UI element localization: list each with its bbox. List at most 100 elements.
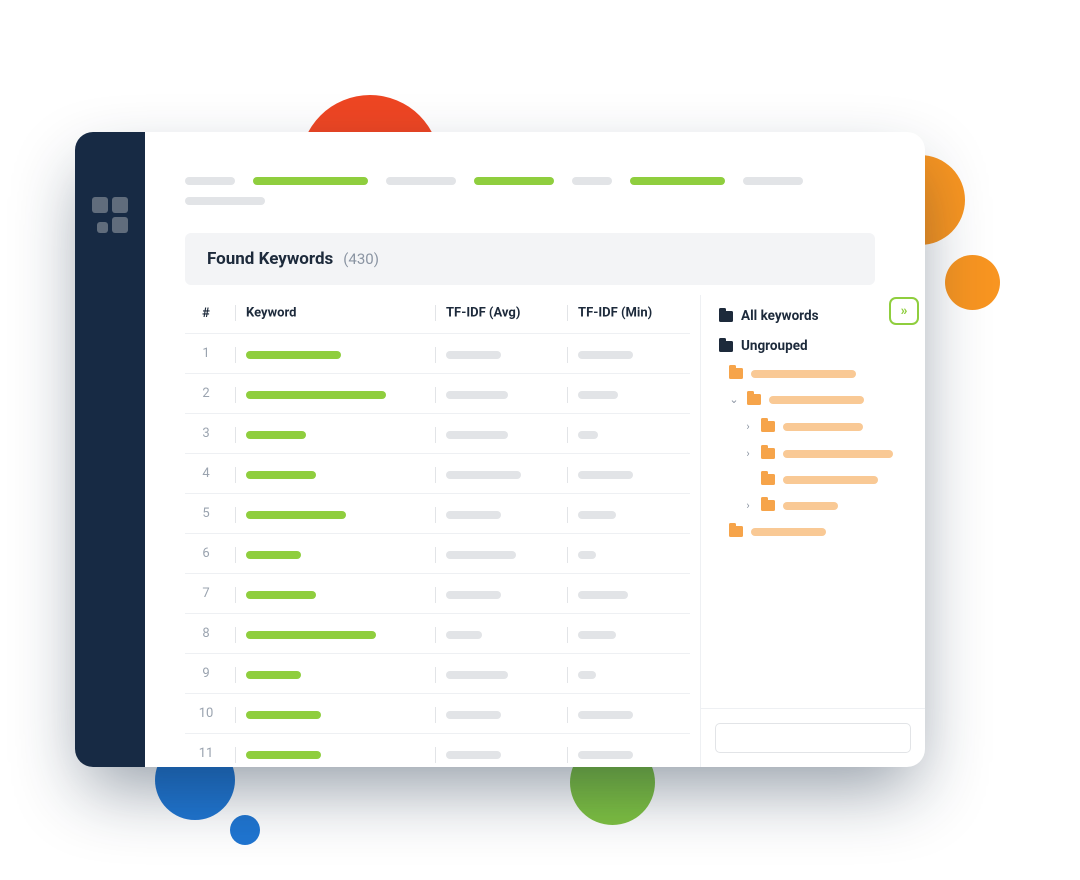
sidebar-group-item[interactable]: ›	[717, 492, 915, 519]
row-number: 11	[185, 734, 227, 768]
col-tfidf-avg[interactable]: TF-IDF (Avg)	[427, 295, 559, 334]
cell-keyword	[227, 574, 427, 614]
table-row[interactable]: 7	[185, 574, 690, 614]
table-row[interactable]: 6	[185, 534, 690, 574]
crumb-segment	[185, 197, 265, 205]
sidebar-input[interactable]	[715, 723, 911, 753]
sidebar-footer	[701, 708, 925, 767]
cell-tfidf-min	[559, 694, 690, 734]
sidebar-group-item[interactable]	[717, 519, 915, 544]
row-number: 9	[185, 654, 227, 694]
cell-tfidf-avg	[427, 614, 559, 654]
folder-icon	[761, 500, 775, 511]
cell-tfidf-avg	[427, 374, 559, 414]
row-number: 5	[185, 494, 227, 534]
cell-tfidf-min	[559, 574, 690, 614]
row-number: 6	[185, 534, 227, 574]
groups-sidebar: » All keywords Ungrouped ⌄ › › ›	[700, 295, 925, 767]
cell-keyword	[227, 414, 427, 454]
cell-keyword	[227, 614, 427, 654]
nav-rail	[75, 132, 145, 767]
folder-icon	[761, 448, 775, 459]
cell-tfidf-avg	[427, 654, 559, 694]
apps-icon[interactable]	[92, 197, 128, 233]
folder-icon	[719, 311, 733, 322]
main-panel: Found Keywords (430) # Keyword TF-IDF (A…	[145, 132, 925, 767]
crumb-segment	[743, 177, 803, 185]
chevron-right-icon: ›	[743, 420, 753, 433]
cell-tfidf-avg	[427, 454, 559, 494]
section-title: Found Keywords	[207, 249, 333, 269]
cell-keyword	[227, 454, 427, 494]
table-row[interactable]: 10	[185, 694, 690, 734]
folder-icon	[729, 368, 743, 379]
cell-keyword	[227, 694, 427, 734]
section-count: (430)	[343, 250, 379, 268]
row-number: 1	[185, 334, 227, 374]
cell-keyword	[227, 734, 427, 768]
sidebar-group-item[interactable]: ⌄	[717, 386, 915, 413]
sidebar-item-ungrouped[interactable]: Ungrouped	[717, 331, 915, 361]
table-row[interactable]: 3	[185, 414, 690, 454]
sidebar-group-item[interactable]	[717, 467, 915, 492]
row-number: 7	[185, 574, 227, 614]
folder-icon	[761, 421, 775, 432]
cell-keyword	[227, 494, 427, 534]
group-label-placeholder	[769, 396, 864, 404]
row-number: 8	[185, 614, 227, 654]
crumb-segment	[185, 177, 235, 185]
sidebar-item-label: Ungrouped	[741, 338, 808, 354]
sidebar-group-item[interactable]: ›	[717, 440, 915, 467]
chevron-down-icon: ⌄	[729, 393, 739, 406]
keywords-table: # Keyword TF-IDF (Avg) TF-IDF (Min) 1234…	[185, 295, 700, 767]
table-row[interactable]: 11	[185, 734, 690, 768]
cell-tfidf-min	[559, 734, 690, 768]
cell-tfidf-avg	[427, 694, 559, 734]
cell-tfidf-min	[559, 494, 690, 534]
col-number[interactable]: #	[185, 295, 227, 334]
group-label-placeholder	[783, 476, 878, 484]
col-keyword[interactable]: Keyword	[227, 295, 427, 334]
table-row[interactable]: 2	[185, 374, 690, 414]
crumb-segment[interactable]	[253, 177, 368, 185]
cell-tfidf-min	[559, 454, 690, 494]
table-row[interactable]: 5	[185, 494, 690, 534]
decor-shape	[230, 815, 260, 845]
table-row[interactable]: 9	[185, 654, 690, 694]
row-number: 10	[185, 694, 227, 734]
folder-icon	[747, 394, 761, 405]
cell-tfidf-min	[559, 614, 690, 654]
cell-tfidf-avg	[427, 414, 559, 454]
collapse-sidebar-button[interactable]: »	[889, 297, 919, 325]
section-header: Found Keywords (430)	[185, 233, 875, 285]
folder-icon	[719, 341, 733, 352]
sidebar-item-all-keywords[interactable]: All keywords	[717, 301, 915, 331]
group-label-placeholder	[783, 450, 893, 458]
table-row[interactable]: 1	[185, 334, 690, 374]
table-row[interactable]: 8	[185, 614, 690, 654]
table-row[interactable]: 4	[185, 454, 690, 494]
crumb-segment[interactable]	[630, 177, 725, 185]
folder-icon	[761, 474, 775, 485]
folder-icon	[729, 526, 743, 537]
sidebar-group-item[interactable]	[717, 361, 915, 386]
crumb-segment[interactable]	[474, 177, 554, 185]
row-number: 3	[185, 414, 227, 454]
decor-shape	[945, 255, 1000, 310]
cell-keyword	[227, 654, 427, 694]
cell-tfidf-avg	[427, 494, 559, 534]
chevron-right-icon: ›	[743, 447, 753, 460]
row-number: 2	[185, 374, 227, 414]
cell-tfidf-avg	[427, 734, 559, 768]
cell-tfidf-avg	[427, 334, 559, 374]
cell-keyword	[227, 374, 427, 414]
cell-keyword	[227, 334, 427, 374]
cell-tfidf-min	[559, 414, 690, 454]
col-tfidf-min[interactable]: TF-IDF (Min)	[559, 295, 690, 334]
cell-keyword	[227, 534, 427, 574]
crumb-segment	[572, 177, 612, 185]
cell-tfidf-min	[559, 334, 690, 374]
group-label-placeholder	[783, 502, 838, 510]
cell-tfidf-min	[559, 534, 690, 574]
sidebar-group-item[interactable]: ›	[717, 413, 915, 440]
